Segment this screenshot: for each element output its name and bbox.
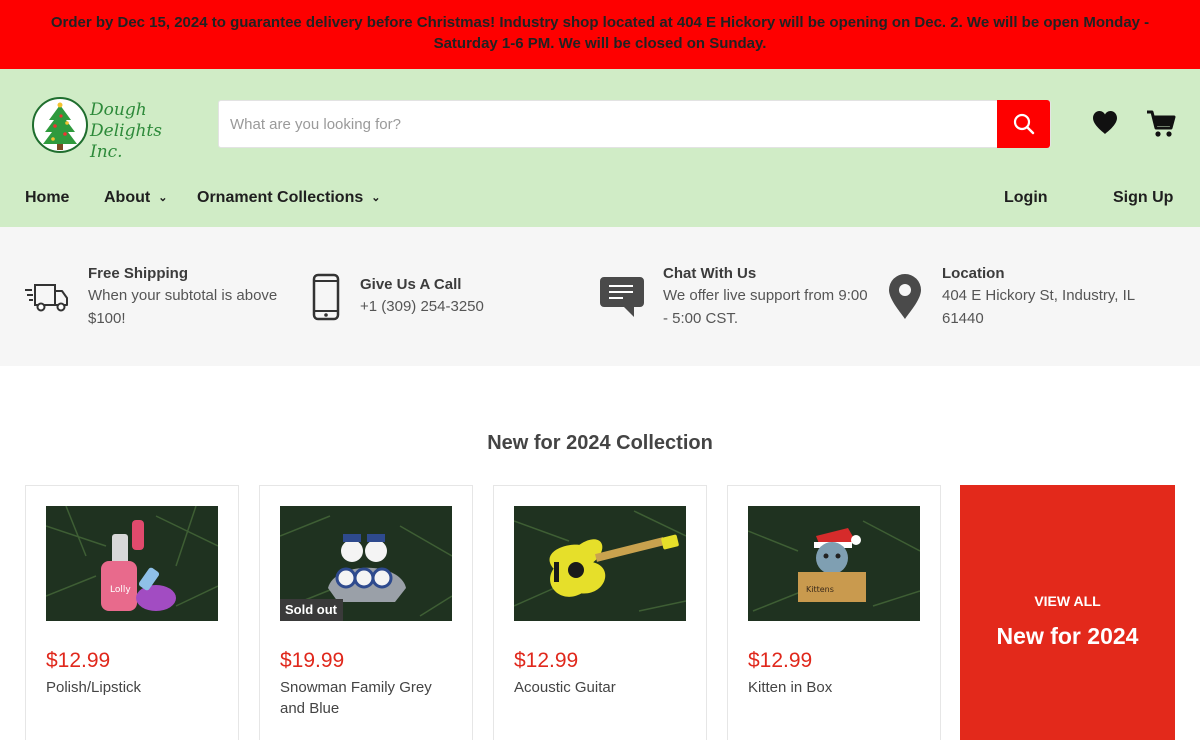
nav-about-label: About	[104, 189, 151, 206]
polish-lipstick-ornament-image: Lolly	[46, 506, 218, 621]
christmas-tree-logo-icon	[32, 97, 88, 153]
product-image[interactable]: Sold out	[280, 506, 452, 621]
feature-title: Location	[942, 265, 1005, 282]
chevron-down-icon: ⌄	[371, 192, 381, 204]
product-price: $12.99	[514, 649, 579, 672]
acoustic-guitar-ornament-image	[514, 506, 686, 621]
login-label: Login	[1004, 189, 1048, 206]
announcement-text: Order by Dec 15, 2024 to guarantee deliv…	[50, 14, 1150, 52]
chat-icon	[600, 277, 644, 317]
login-link[interactable]: Login	[1004, 189, 1048, 207]
view-all-tile[interactable]: VIEW ALL New for 2024	[960, 485, 1175, 740]
feature-call: Give Us A Call +1 (309) 254-3250	[300, 227, 590, 366]
feature-text: +1 (309) 254-3250	[360, 298, 484, 315]
features-bar: Free Shipping When your subtotal is abov…	[0, 227, 1200, 366]
site-header: Dough Delights Inc. Home About ⌄	[0, 69, 1200, 227]
feature-chat: Chat With Us We offer live support from …	[590, 227, 880, 366]
product-image[interactable]: Kittens	[748, 506, 920, 621]
sold-out-badge: Sold out	[280, 599, 343, 621]
svg-text:Kittens: Kittens	[806, 585, 834, 594]
nav-about[interactable]: About ⌄	[104, 189, 167, 207]
product-image[interactable]	[514, 506, 686, 621]
phone-icon	[312, 273, 340, 321]
wishlist-button[interactable]	[1090, 108, 1120, 138]
product-card[interactable]: Lolly $12.99 Polish/Lipstick	[25, 485, 239, 740]
signup-link[interactable]: Sign Up	[1113, 189, 1173, 207]
nav-home-label: Home	[25, 189, 70, 206]
search-icon	[1013, 113, 1034, 135]
product-image[interactable]: Lolly	[46, 506, 218, 621]
product-price: $19.99	[280, 649, 345, 672]
nav-home[interactable]: Home	[25, 189, 69, 207]
search-bar	[218, 100, 1051, 148]
nav-ornament-collections[interactable]: Ornament Collections ⌄	[197, 189, 380, 207]
nav-collections-label: Ornament Collections	[197, 189, 364, 206]
product-name[interactable]: Kitten in Box	[748, 677, 928, 698]
truck-icon	[25, 284, 68, 312]
view-all-collection-title: New for 2024	[996, 623, 1139, 649]
product-card[interactable]: Sold out $19.99 Snowman Family Grey and …	[259, 485, 473, 740]
feature-title: Give Us A Call	[360, 276, 462, 293]
svg-text:Lolly: Lolly	[110, 585, 131, 595]
feature-title: Free Shipping	[88, 265, 189, 282]
feature-title: Chat With Us	[663, 265, 757, 282]
product-name[interactable]: Polish/Lipstick	[46, 677, 226, 698]
product-name[interactable]: Acoustic Guitar	[514, 677, 694, 698]
section-title: New for 2024 Collection	[487, 432, 713, 454]
search-button[interactable]	[997, 100, 1050, 148]
feature-text: We offer live support from 9:00 - 5:00 C…	[663, 287, 868, 327]
logo-line-1: Dough	[90, 100, 147, 120]
feature-free-shipping: Free Shipping When your subtotal is abov…	[0, 227, 300, 366]
product-card[interactable]: Kittens $12.99 Kitten in Box	[727, 485, 941, 740]
heart-icon	[1093, 111, 1117, 134]
signup-label: Sign Up	[1113, 189, 1174, 206]
product-price: $12.99	[46, 649, 111, 672]
map-pin-icon	[889, 274, 921, 319]
search-input[interactable]	[219, 101, 997, 147]
product-name[interactable]: Snowman Family Grey and Blue	[280, 677, 460, 719]
announcement-bar: Order by Dec 15, 2024 to guarantee deliv…	[0, 0, 1200, 69]
cart-button[interactable]	[1145, 108, 1177, 140]
logo[interactable]: Dough Delights Inc.	[30, 96, 192, 162]
feature-text: 404 E Hickory St, Industry, IL 61440	[942, 287, 1135, 327]
feature-location: Location 404 E Hickory St, Industry, IL …	[880, 227, 1200, 366]
main-nav: Home About ⌄ Ornament Collections ⌄ Login …	[0, 186, 1200, 212]
product-card[interactable]: $12.99 Acoustic Guitar	[493, 485, 707, 740]
feature-text: When your subtotal is above $100!	[88, 287, 278, 327]
logo-wordmark: Dough Delights Inc.	[90, 100, 192, 163]
chevron-down-icon: ⌄	[158, 192, 168, 204]
logo-line-2: Delights Inc.	[90, 121, 162, 162]
view-all-label: VIEW ALL	[1034, 593, 1101, 609]
product-price: $12.99	[748, 649, 813, 672]
cart-icon	[1147, 110, 1176, 137]
kitten-in-box-ornament-image: Kittens	[748, 506, 920, 621]
